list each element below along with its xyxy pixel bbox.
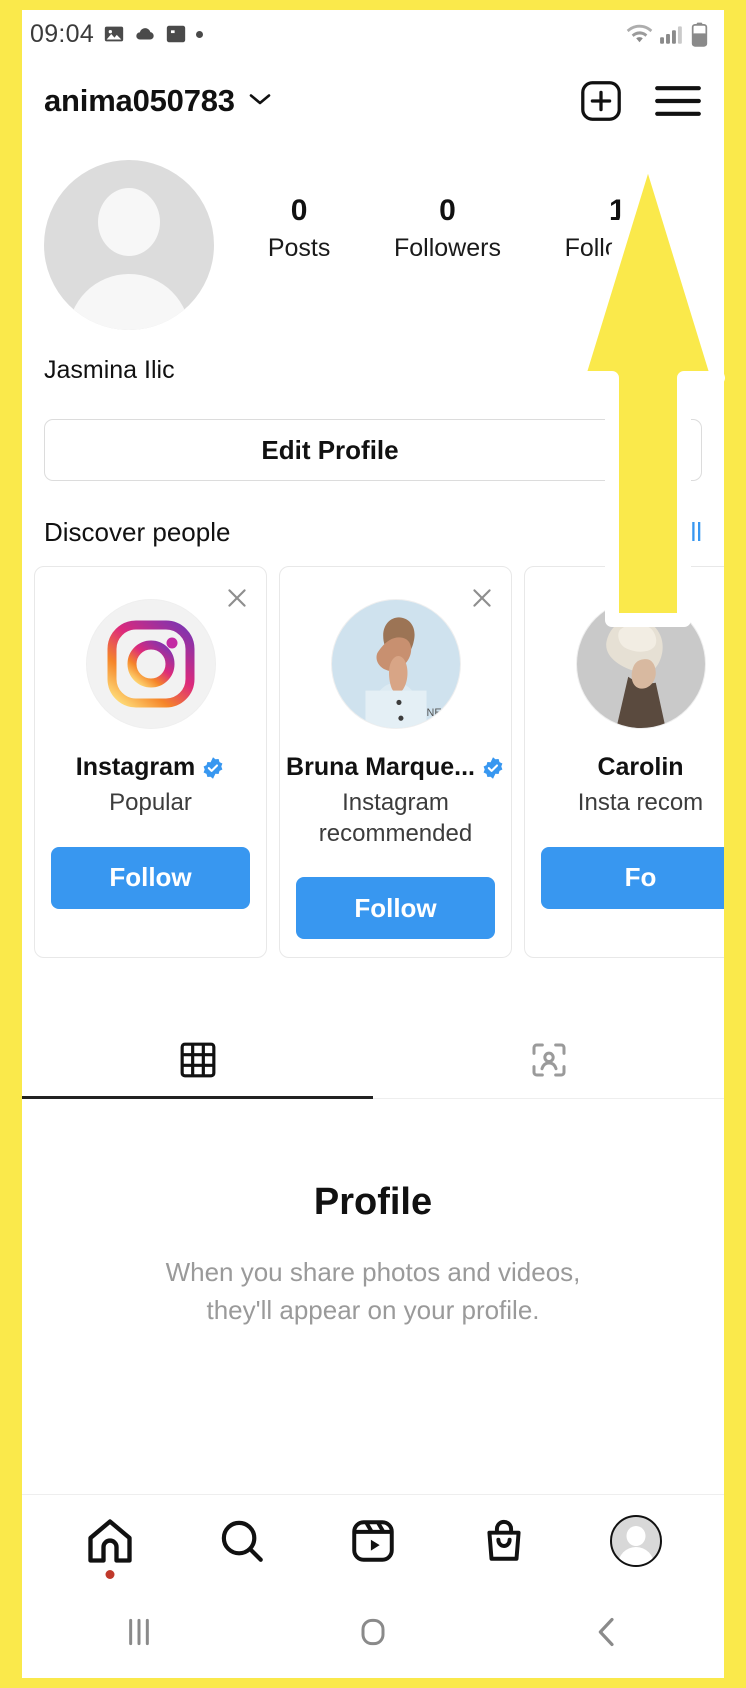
chevron-down-icon[interactable]: [247, 91, 273, 112]
battery-icon: [691, 22, 708, 47]
phone-screen: 09:04 anima050783 0 Posts 0 Followers 1 …: [22, 10, 724, 1678]
home-icon: [88, 1518, 133, 1563]
nav-search[interactable]: [217, 1516, 267, 1566]
edit-profile-button[interactable]: Edit Profile: [44, 419, 616, 481]
shop-bag-icon: [487, 1519, 521, 1561]
discover-card-name-row: Instagram: [76, 753, 225, 782]
follow-button[interactable]: Follow: [51, 846, 250, 909]
discover-card-name: Instagram: [75, 753, 196, 781]
profile-avatar-icon: [609, 1514, 662, 1567]
discover-card-subtitle: Instagram recommended: [318, 789, 473, 847]
tab-grid[interactable]: [22, 1022, 373, 1100]
cloud-icon: [136, 28, 154, 40]
tagged-person-icon: [532, 1043, 565, 1077]
nav-avatar-head: [626, 1525, 646, 1546]
default-avatar-icon[interactable]: [44, 160, 214, 330]
discover-card-subtitle: Insta recom: [577, 789, 704, 816]
empty-state-line-1: When you share photos and videos,: [165, 1257, 581, 1288]
grid-icon: [180, 1043, 215, 1078]
profile-header: anima050783: [22, 58, 724, 144]
stat-value: 1: [609, 194, 626, 227]
stat-value: 0: [290, 194, 308, 227]
stat-label: Following: [564, 234, 671, 262]
empty-state-title: Profile: [313, 1181, 433, 1224]
signal-icon: [660, 26, 682, 44]
verified-badge-icon: [483, 756, 503, 779]
nav-shop[interactable]: [479, 1516, 529, 1566]
profile-summary: 0 Posts 0 Followers 1 Following: [22, 144, 724, 330]
nav-reels[interactable]: [348, 1516, 398, 1566]
status-time: 09:04: [30, 19, 95, 48]
recents-icon[interactable]: [119, 1612, 159, 1652]
bottom-navigation: [22, 1494, 724, 1586]
username-label[interactable]: anima050783: [44, 83, 235, 119]
verified-badge-icon: [203, 756, 223, 779]
header-actions: [578, 78, 702, 124]
expand-suggestions-button[interactable]: [628, 419, 702, 481]
avatar-body: [68, 274, 190, 330]
search-icon: [221, 1520, 264, 1562]
follow-button[interactable]: Fo: [541, 846, 724, 909]
close-icon[interactable]: [224, 585, 250, 611]
discover-card-list[interactable]: Instagram Popular Follow NEI Bruna Marqu…: [22, 566, 724, 959]
discover-card-name: Bruna Marque...: [286, 753, 475, 781]
wifi-icon: [626, 24, 653, 43]
person-photo-icon: NEI: [330, 599, 461, 729]
discover-card-name-row: Bruna Marque...: [286, 753, 505, 782]
person-photo-icon: [575, 599, 706, 729]
annotation-frame: 09:04 anima050783 0 Posts 0 Followers 1 …: [0, 0, 746, 1688]
reels-icon: [352, 1519, 394, 1562]
discover-card-subtitle: Popular: [109, 789, 192, 816]
discover-card-name-row: Carolin: [597, 753, 683, 782]
image-icon: [104, 26, 124, 42]
stat-label: Followers: [393, 234, 501, 262]
dot-icon: [196, 30, 204, 38]
tab-tagged[interactable]: [373, 1022, 724, 1098]
see-all-link[interactable]: See All: [621, 517, 702, 548]
stat-label: Posts: [267, 234, 331, 262]
stat-followers[interactable]: 0 Followers: [394, 194, 501, 263]
profile-stats: 0 Posts 0 Followers 1 Following: [214, 160, 702, 263]
status-bar: 09:04: [22, 10, 724, 58]
stat-value: 0: [439, 194, 456, 227]
hamburger-menu-icon[interactable]: [654, 81, 702, 121]
follow-button[interactable]: Follow: [296, 877, 495, 940]
profile-actions: Edit Profile: [22, 385, 724, 481]
back-chevron-icon[interactable]: [587, 1612, 627, 1652]
nav-home[interactable]: [84, 1515, 136, 1579]
status-right-group: [626, 22, 708, 47]
plus-square-icon[interactable]: [578, 78, 624, 124]
discover-header: Discover people See All: [22, 481, 724, 566]
empty-state: Profile When you share photos and videos…: [22, 1099, 724, 1329]
discover-card-name: Carolin: [597, 753, 684, 781]
android-navigation-bar: [22, 1586, 724, 1678]
nav-profile[interactable]: [609, 1514, 662, 1567]
discover-title: Discover people: [44, 517, 231, 547]
empty-state-text: When you share photos and videos, they'l…: [42, 1254, 704, 1329]
home-square-icon[interactable]: [353, 1612, 393, 1652]
avatar-head: [98, 188, 160, 256]
discover-card[interactable]: Instagram Popular Follow: [34, 566, 267, 959]
nav-avatar-body: [617, 1546, 654, 1565]
stat-following[interactable]: 1 Following: [565, 194, 671, 263]
svg-text:NEI: NEI: [426, 707, 444, 719]
news-icon: [166, 25, 186, 43]
discover-card[interactable]: NEI Bruna Marque... Instagram recommende…: [279, 566, 512, 959]
profile-tabs: [22, 1022, 724, 1100]
stat-posts[interactable]: 0 Posts: [268, 194, 331, 263]
discover-card[interactable]: Carolin Insta recom Fo: [524, 566, 724, 959]
profile-full-name: Jasmina Ilic: [44, 356, 175, 384]
close-icon[interactable]: [469, 585, 495, 611]
empty-state-line-2: they'll appear on your profile.: [206, 1295, 540, 1326]
home-notification-dot: [105, 1569, 115, 1579]
instagram-logo-icon: [85, 599, 216, 729]
